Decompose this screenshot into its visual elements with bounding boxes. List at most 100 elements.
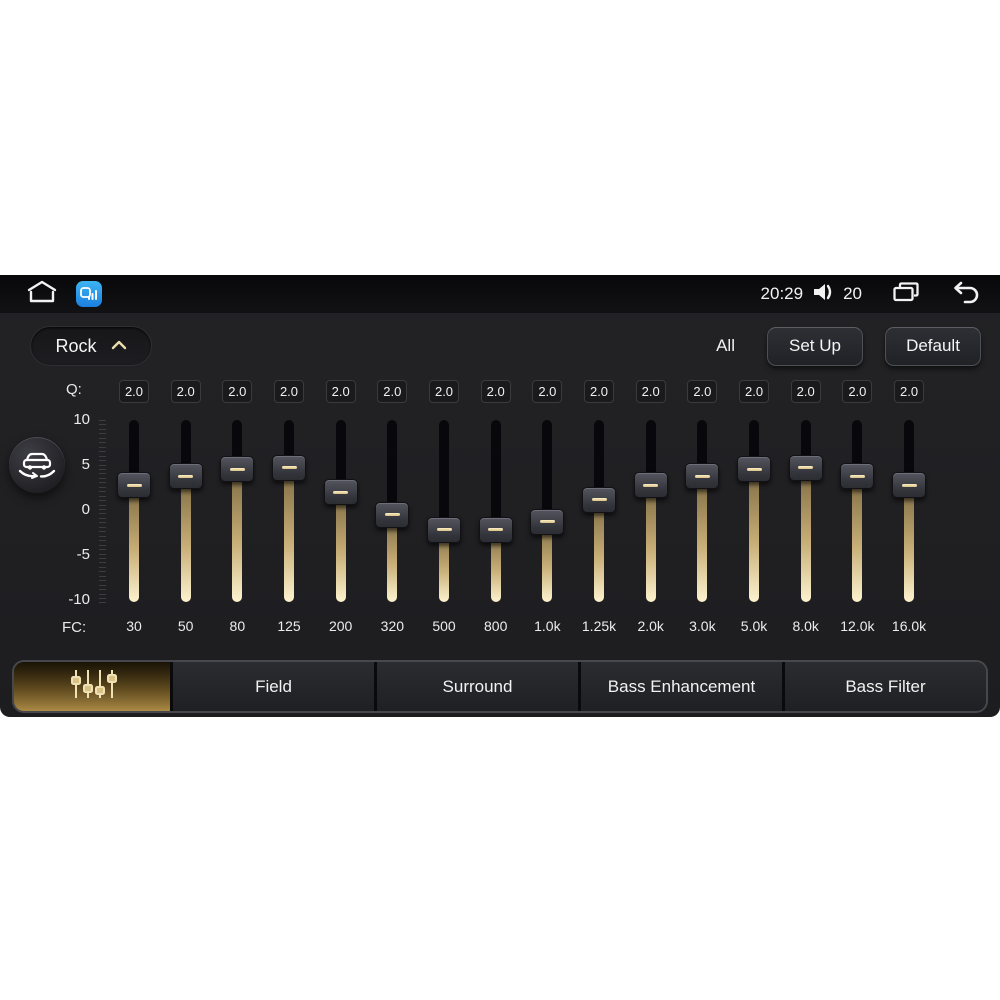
band-frequency-label: 800 [484,618,508,634]
tab-bass-enhancement[interactable]: Bass Enhancement [581,662,782,711]
q-value: 2.0 [486,384,505,399]
ruler-tick [99,575,106,577]
slider-handle[interactable] [685,463,720,490]
q-value-box[interactable]: 2.0 [687,380,718,403]
eq-band: 2.0 80 [211,380,263,638]
q-value-box[interactable]: 2.0 [325,380,356,403]
slider-handle[interactable] [323,479,358,506]
band-frequency-label: 125 [277,618,301,634]
tab-surround[interactable]: Surround [377,662,578,711]
q-value-box[interactable]: 2.0 [739,380,770,403]
slider-handle[interactable] [633,472,668,499]
q-value-box[interactable]: 2.0 [532,380,563,403]
handle-grip-line [539,520,555,524]
band-frequency-label: 2.0k [637,618,664,634]
eq-band: 2.0 5.0k [728,380,780,638]
q-value-box[interactable]: 2.0 [170,380,201,403]
q-value-box[interactable]: 2.0 [274,380,304,403]
slider-handle[interactable] [375,501,410,528]
gain-slider[interactable] [837,420,877,602]
eq-band: 2.0 200 [315,380,367,638]
gain-slider[interactable] [734,420,774,602]
sound-position-button[interactable] [9,437,65,493]
ruler-tick [99,509,106,510]
q-value-box[interactable]: 2.0 [429,380,460,403]
back-icon[interactable] [950,280,982,309]
slider-fill [129,485,139,602]
gain-slider[interactable] [889,420,929,602]
handle-grip-line [229,467,245,471]
equalizer-sliders-icon [66,667,118,706]
ruler-tick [99,495,106,497]
band-frequency-label: 1.0k [534,618,561,634]
ruler-tick [99,428,106,430]
q-value-box[interactable]: 2.0 [119,380,149,403]
ruler-tick [99,535,106,537]
slider-handle[interactable] [272,454,306,481]
slider-handle[interactable] [220,456,255,483]
recent-apps-icon[interactable] [892,280,920,309]
default-button[interactable]: Default [885,326,981,366]
handle-grip-line [746,467,762,471]
ruler-tick [99,482,106,484]
slider-fill [594,499,605,602]
q-value-box[interactable]: 2.0 [635,380,666,403]
gain-slider[interactable] [579,420,619,602]
gain-slider[interactable] [476,420,516,602]
slider-handle[interactable] [478,516,513,543]
all-label[interactable]: All [716,336,735,356]
gain-slider[interactable] [217,420,257,602]
slider-handle[interactable] [737,456,772,483]
slider-handle[interactable] [530,508,565,535]
slider-handle[interactable] [840,463,875,490]
handle-grip-line [798,466,814,469]
eq-band: 2.0 125 [263,380,315,638]
db-axis-label: -10 [68,591,90,608]
slider-handle[interactable] [788,454,823,481]
setup-button[interactable]: Set Up [767,326,863,366]
q-value-box[interactable]: 2.0 [480,380,511,403]
q-value-box[interactable]: 2.0 [790,380,821,403]
gain-slider[interactable] [114,420,154,602]
gain-slider[interactable] [321,420,361,602]
preset-selector[interactable]: Rock [30,326,152,366]
gain-slider[interactable] [424,420,464,602]
slider-fill [800,467,811,602]
q-value: 2.0 [279,384,299,399]
toolbar-right: All Set Up Default [716,326,981,366]
status-bar: 20:29 20 [0,275,1000,313]
q-value-box[interactable]: 2.0 [584,380,615,403]
slider-handle[interactable] [427,516,462,543]
band-frequency-label: 5.0k [740,618,768,634]
gain-slider[interactable] [527,420,567,602]
eq-band: 2.0 800 [470,380,522,638]
slider-handle[interactable] [168,463,203,490]
ruler-tick [99,500,106,502]
q-value-box[interactable]: 2.0 [842,380,873,403]
ruler-tick [99,526,106,528]
slider-handle[interactable] [582,486,617,513]
q-value: 2.0 [641,384,660,399]
ruler-tick [99,553,106,555]
q-value-box[interactable]: 2.0 [222,380,253,403]
tab-field[interactable]: Field [173,662,374,711]
band-frequency-label: 12.0k [840,618,875,634]
gain-slider[interactable] [269,420,309,602]
tab-equalizer[interactable] [14,662,170,711]
ruler-tick [99,451,106,453]
q-value-box[interactable]: 2.0 [377,380,408,403]
q-value: 2.0 [848,384,867,399]
db-axis-label: -5 [76,546,90,563]
ruler-tick [99,598,106,599]
gain-slider[interactable] [786,420,826,602]
gain-slider[interactable] [682,420,722,602]
slider-handle[interactable] [892,472,927,499]
eq-band: 2.0 16.0k [883,380,935,638]
ruler-tick [99,566,106,568]
gain-slider[interactable] [372,420,412,602]
slider-handle[interactable] [117,472,151,499]
gain-slider[interactable] [166,420,206,602]
tab-bass-filter[interactable]: Bass Filter [785,662,986,711]
q-value-box[interactable]: 2.0 [894,380,925,403]
gain-slider[interactable] [631,420,671,602]
